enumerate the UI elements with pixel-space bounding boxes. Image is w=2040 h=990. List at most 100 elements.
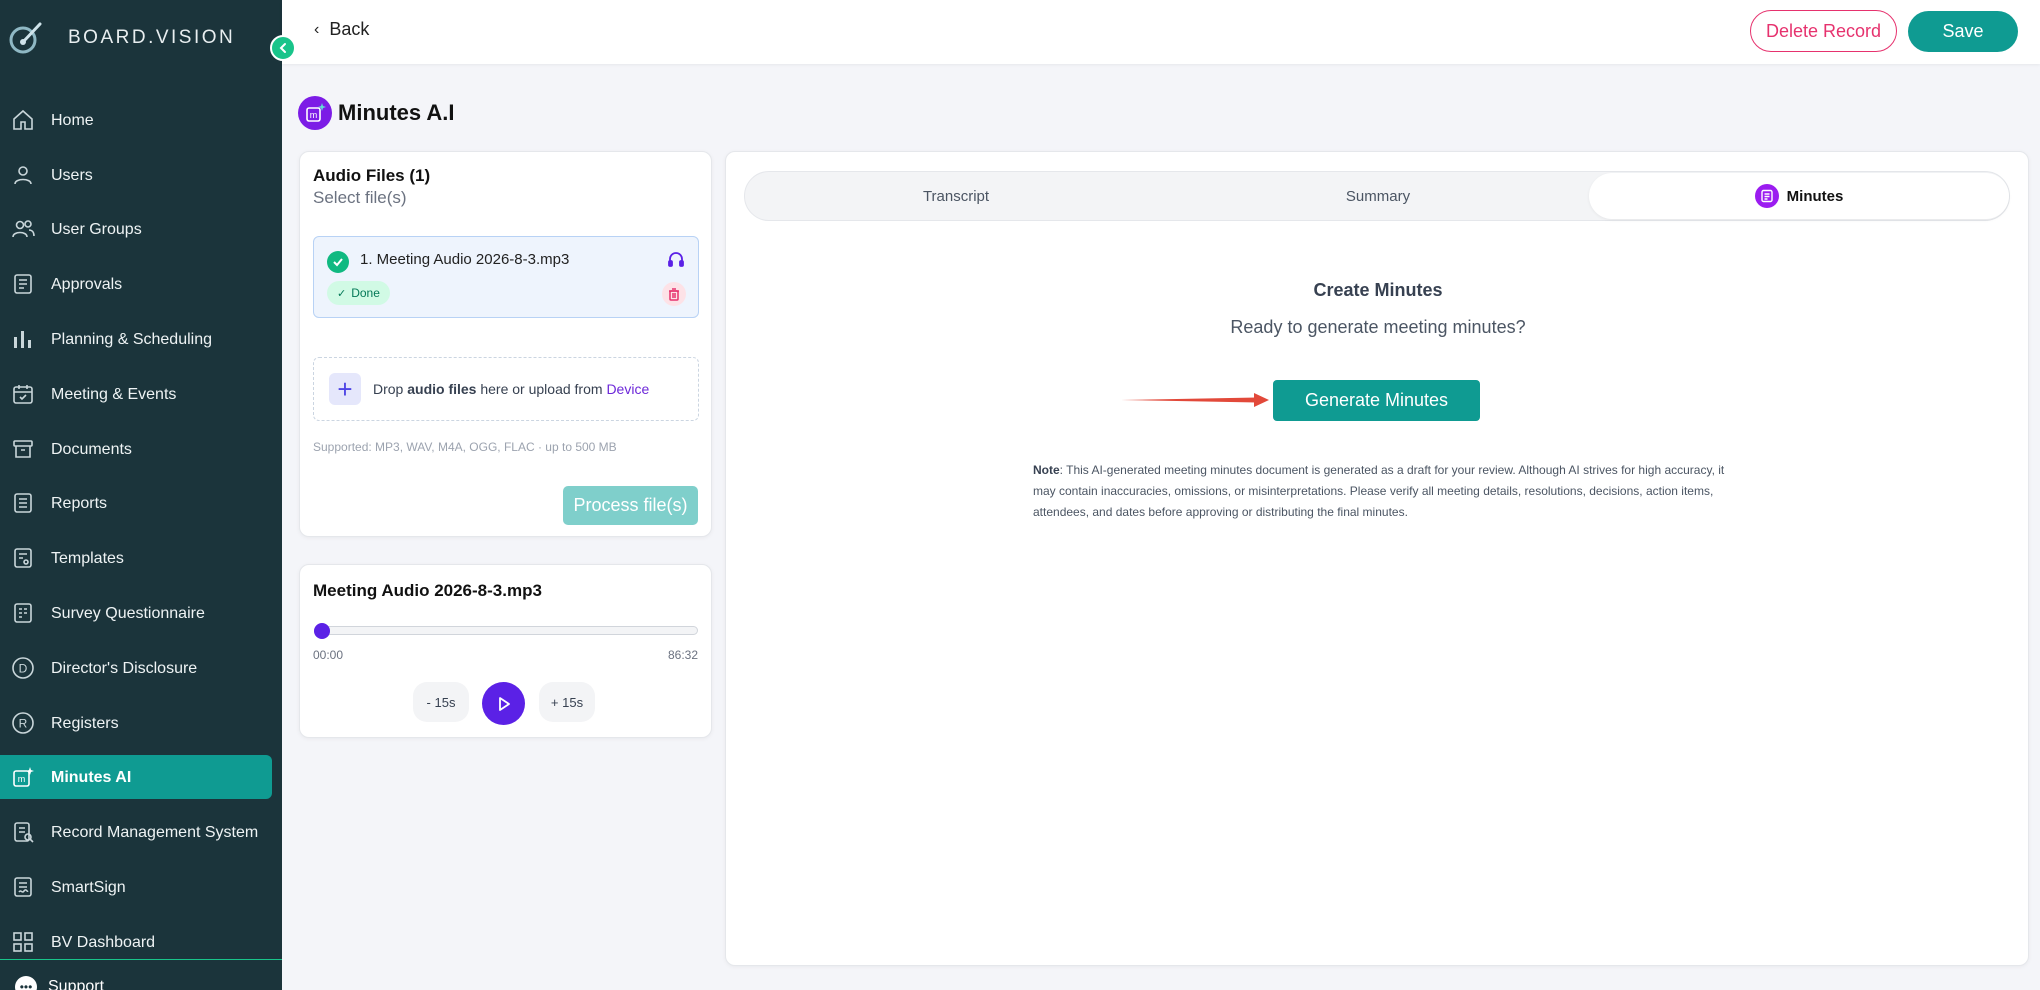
sidebar-item-planning[interactable]: Planning & Scheduling — [0, 317, 272, 361]
sidebar-item-label: User Groups — [51, 220, 142, 238]
chevron-left-icon: ‹ — [314, 20, 320, 38]
sidebar: BOARD.VISION Home Users User Groups Appr… — [0, 0, 282, 990]
sidebar-item-users[interactable]: Users — [0, 153, 272, 197]
sidebar-item-label: BV Dashboard — [51, 933, 156, 951]
progress-handle[interactable] — [314, 623, 330, 639]
ai-disclaimer-note: Note: This AI-generated meeting minutes … — [1033, 463, 1725, 519]
minutes-ai-logo-icon: m — [298, 96, 332, 130]
audio-file-item[interactable]: 1. Meeting Audio 2026-8-3.mp3 ✓ Done — [313, 236, 699, 318]
sidebar-item-bv-dashboard[interactable]: BV Dashboard — [0, 920, 272, 964]
sidebar-item-home[interactable]: Home — [0, 98, 272, 142]
skip-back-button[interactable]: - 15s — [413, 682, 469, 722]
tab-minutes-label: Minutes — [1786, 187, 1844, 205]
support-label: Support — [48, 978, 105, 990]
check-icon: ✓ — [337, 287, 347, 300]
sidebar-item-smartsign[interactable]: SmartSign — [0, 865, 272, 909]
delete-file-button[interactable] — [662, 282, 686, 306]
sidebar-item-meetings[interactable]: Meeting & Events — [0, 372, 272, 416]
brand-name: BOARD.VISION — [68, 27, 236, 48]
sidebar-item-approvals[interactable]: Approvals — [0, 262, 272, 306]
sidebar-item-minutes-ai[interactable]: m Minutes AI — [0, 755, 272, 799]
record-search-icon — [10, 819, 36, 845]
audio-player-card: Meeting Audio 2026-8-3.mp3 00:00 86:32 -… — [299, 564, 712, 738]
minutes-ai-icon: m — [10, 764, 36, 790]
sidebar-item-label: Survey Questionnaire — [51, 604, 205, 622]
sidebar-item-label: Reports — [51, 494, 108, 512]
collapse-sidebar-button[interactable] — [270, 35, 296, 61]
sidebar-item-templates[interactable]: Templates — [0, 536, 272, 580]
template-icon — [10, 545, 36, 571]
process-files-button[interactable]: Process file(s) — [563, 486, 698, 525]
chat-icon: ••• — [15, 976, 37, 990]
sidebar-divider — [0, 959, 282, 960]
bar-chart-icon — [10, 326, 36, 352]
audio-files-title: Audio Files (1) — [313, 166, 431, 185]
dashboard-grid-icon — [10, 929, 36, 955]
audio-dropzone[interactable]: + Drop audio files here or upload from D… — [313, 357, 699, 421]
svg-text:D: D — [19, 662, 28, 676]
sidebar-item-label: Director's Disclosure — [51, 659, 198, 677]
sidebar-item-directors-disclosure[interactable]: D Director's Disclosure — [0, 646, 272, 690]
trash-icon — [669, 288, 679, 301]
user-group-icon — [10, 216, 36, 242]
sidebar-item-user-groups[interactable]: User Groups — [0, 207, 272, 251]
create-minutes-subheading: Ready to generate meeting minutes? — [1230, 317, 1526, 337]
status-badge-label: Done — [351, 286, 380, 300]
letter-r-icon: R — [10, 710, 36, 736]
support-button[interactable]: ••• Support — [15, 976, 104, 990]
sidebar-item-label: Minutes AI — [51, 768, 132, 786]
letter-d-icon: D — [10, 655, 36, 681]
create-minutes-heading: Create Minutes — [1313, 280, 1443, 300]
sidebar-item-label: Home — [51, 111, 94, 129]
sidebar-item-label: Users — [51, 166, 93, 184]
generate-minutes-button[interactable]: Generate Minutes — [1273, 380, 1480, 421]
duration-time: 86:32 — [667, 648, 698, 662]
minutes-panel: Transcript Summary Minutes Create Minute… — [725, 151, 2029, 966]
pointer-arrow-icon — [1121, 393, 1269, 407]
sidebar-item-registers[interactable]: R Registers — [0, 701, 272, 745]
skip-forward-button[interactable]: + 15s — [539, 682, 595, 722]
upload-from-device-link[interactable]: Device — [606, 381, 649, 397]
sidebar-item-label: Planning & Scheduling — [51, 330, 213, 348]
back-label: Back — [329, 19, 370, 39]
report-icon — [10, 490, 36, 516]
plus-icon: + — [329, 373, 361, 405]
tab-transcript[interactable]: Transcript — [745, 172, 1167, 220]
sign-icon — [10, 874, 36, 900]
sidebar-item-documents[interactable]: Documents — [0, 427, 272, 471]
status-badge: ✓ Done — [327, 281, 390, 305]
tab-minutes[interactable]: Minutes — [1589, 173, 2009, 219]
home-icon — [10, 107, 36, 133]
sidebar-item-record-management[interactable]: Record Management System — [0, 810, 272, 854]
current-time: 00:00 — [313, 648, 344, 662]
sidebar-item-label: Approvals — [51, 275, 123, 293]
sidebar-item-reports[interactable]: Reports — [0, 481, 272, 525]
svg-text:m: m — [18, 774, 26, 784]
approvals-icon — [10, 271, 36, 297]
sidebar-item-survey[interactable]: Survey Questionnaire — [0, 591, 272, 635]
audio-files-subtitle: Select file(s) — [313, 188, 407, 207]
archive-icon — [10, 436, 36, 462]
svg-text:R: R — [19, 717, 28, 731]
sidebar-item-label: SmartSign — [51, 878, 126, 896]
save-button[interactable]: Save — [1908, 11, 2018, 52]
back-button[interactable]: ‹ Back — [314, 19, 369, 40]
minutes-doc-icon — [1754, 184, 1779, 208]
audio-file-name: 1. Meeting Audio 2026-8-3.mp3 — [360, 251, 570, 268]
player-title: Meeting Audio 2026-8-3.mp3 — [313, 581, 542, 600]
user-icon — [10, 162, 36, 188]
delete-record-button[interactable]: Delete Record — [1750, 10, 1897, 52]
audio-files-card: Audio Files (1) Select file(s) 1. Meetin… — [299, 151, 712, 537]
play-button[interactable] — [482, 682, 525, 725]
sidebar-item-label: Registers — [51, 714, 119, 732]
check-circle-icon — [327, 251, 349, 273]
sidebar-item-label: Record Management System — [51, 823, 259, 841]
audio-progress-bar[interactable] — [314, 626, 698, 635]
tab-bar: Transcript Summary Minutes — [744, 171, 2010, 221]
headphones-icon[interactable] — [666, 249, 686, 269]
tab-summary[interactable]: Summary — [1167, 172, 1589, 220]
sidebar-item-label: Templates — [51, 549, 124, 567]
brand[interactable]: BOARD.VISION — [8, 20, 235, 56]
calendar-icon — [10, 381, 36, 407]
survey-icon — [10, 600, 36, 626]
